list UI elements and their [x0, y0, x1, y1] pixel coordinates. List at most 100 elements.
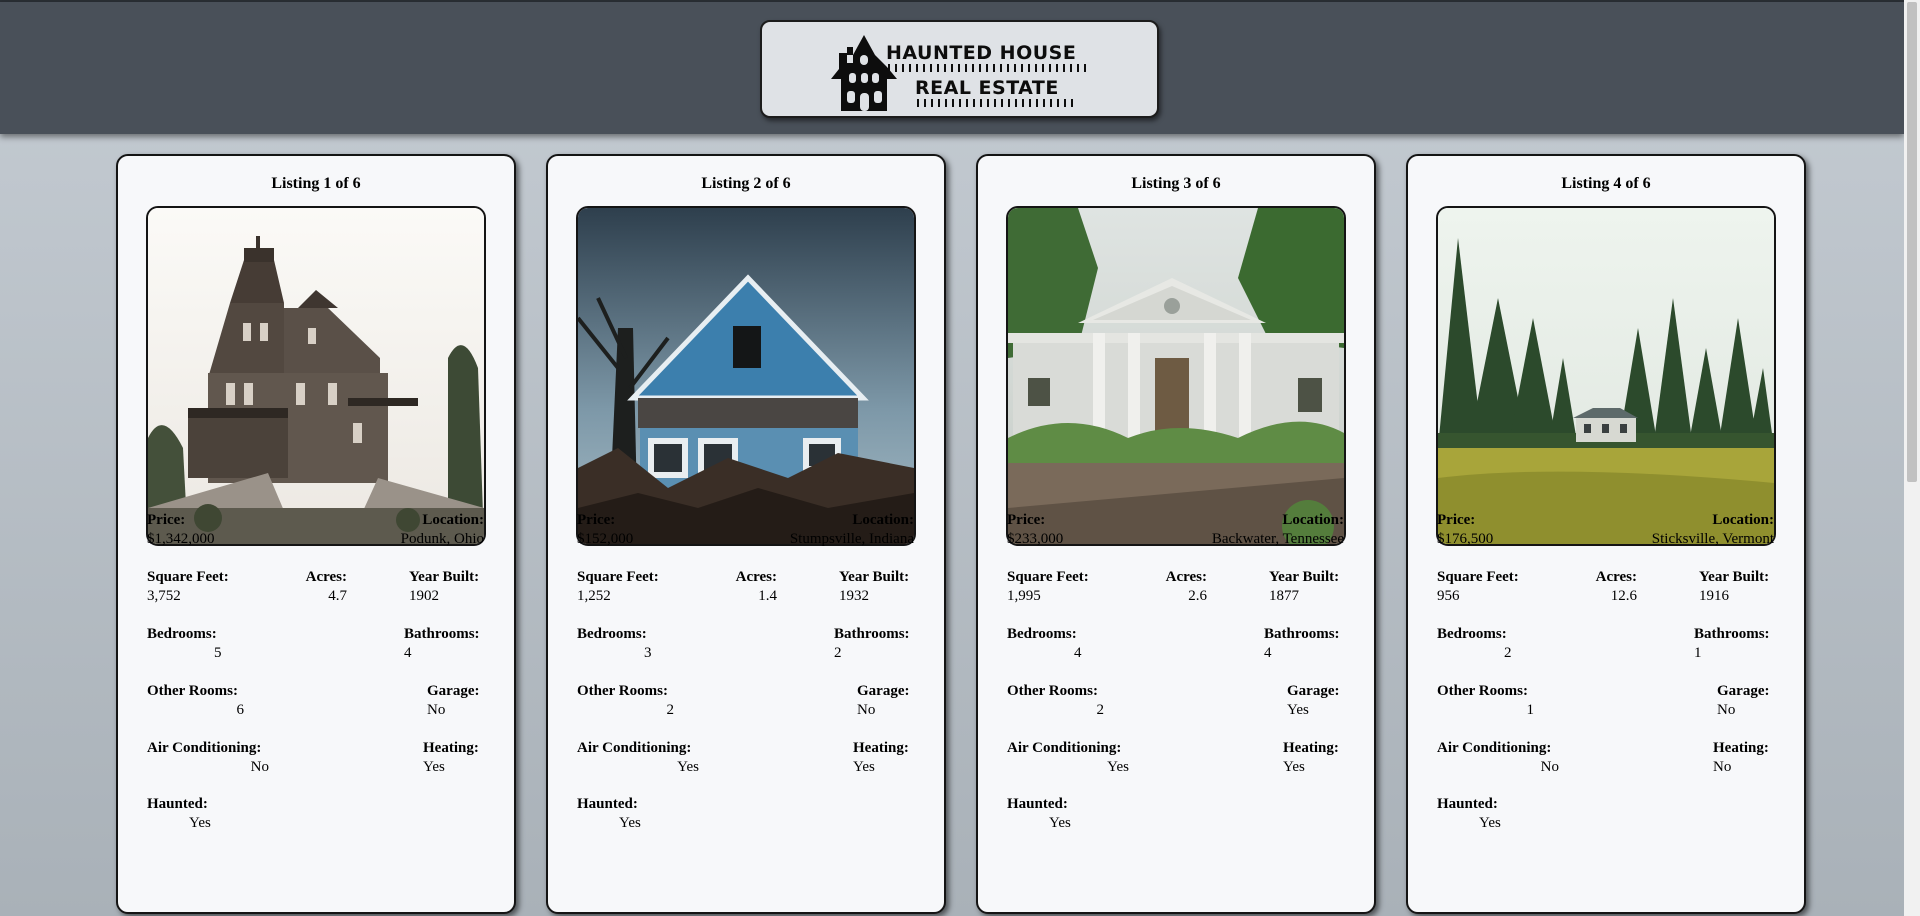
- square-feet-label: Square Feet:: [1437, 569, 1519, 585]
- acres: Acres: 1.4: [729, 568, 777, 606]
- garage: Garage: No: [427, 682, 479, 720]
- victorian-mansion-image: [148, 208, 484, 544]
- garage: Garage: No: [1717, 682, 1769, 720]
- haunted-label: Haunted:: [147, 796, 208, 812]
- listing-photo[interactable]: [1436, 206, 1776, 546]
- bathrooms: Bathrooms: 1: [1694, 625, 1770, 663]
- air-conditioning-value: Yes: [677, 759, 699, 775]
- haunted: Haunted: Yes: [577, 795, 641, 833]
- price-value: $233,000: [1007, 531, 1064, 547]
- garage-value: No: [427, 702, 446, 718]
- heating-value: Yes: [423, 759, 445, 775]
- square-feet: Square Feet: 956: [1437, 568, 1519, 606]
- garage-label: Garage:: [1287, 683, 1340, 699]
- garage-label: Garage:: [427, 683, 480, 699]
- other-rooms: Other Rooms: 2: [1007, 682, 1104, 720]
- listing-photo[interactable]: [1006, 206, 1346, 546]
- acres: Acres: 4.7: [299, 568, 347, 606]
- haunted-value: Yes: [619, 815, 641, 831]
- price-label: Price:: [147, 512, 186, 528]
- price-value: $152,000: [577, 531, 634, 547]
- price-value: $176,500: [1437, 531, 1494, 547]
- size-row: Square Feet: 3,752 Acres: 4.7 Year Built…: [147, 568, 484, 608]
- haunted-value: Yes: [1049, 815, 1071, 831]
- bedrooms: Bedrooms: 2: [1437, 625, 1512, 663]
- heating-label: Heating:: [423, 740, 479, 756]
- bathrooms: Bathrooms: 4: [404, 625, 480, 663]
- listing-photo[interactable]: [146, 206, 486, 546]
- location-label: Location:: [1282, 512, 1344, 528]
- haunted-value: Yes: [189, 815, 211, 831]
- bathrooms-value: 1: [1694, 645, 1702, 661]
- listing-title: Listing 4 of 6: [1561, 175, 1651, 192]
- year-built: Year Built: 1877: [1269, 568, 1339, 606]
- acres-label: Acres:: [735, 569, 777, 585]
- year-built: Year Built: 1916: [1699, 568, 1769, 606]
- heating-value: Yes: [853, 759, 875, 775]
- scrollbar-thumb[interactable]: [1907, 2, 1917, 482]
- bedrooms: Bedrooms: 4: [1007, 625, 1082, 663]
- location-label: Location:: [852, 512, 914, 528]
- air-conditioning-label: Air Conditioning:: [577, 740, 692, 756]
- acres-value: 12.6: [1610, 588, 1637, 604]
- location-label: Location:: [422, 512, 484, 528]
- brand-line-2: REAL ESTATE: [915, 77, 1059, 99]
- haunted: Haunted: Yes: [147, 795, 211, 833]
- location: Location: Backwater, Tennessee: [1212, 511, 1344, 549]
- garage: Garage: Yes: [1287, 682, 1339, 720]
- bedrooms-value: 2: [1504, 645, 1512, 661]
- location: Location: Sticksville, Vermont: [1652, 511, 1774, 549]
- listing-card[interactable]: Listing 4 of 6 Price: $176,500 Location:…: [1406, 154, 1806, 914]
- price-value: $1,342,000: [147, 531, 215, 547]
- listing-card[interactable]: Listing 3 of 6 Price: $233,000 Location:…: [976, 154, 1376, 914]
- year-built-label: Year Built:: [1269, 569, 1340, 585]
- garage-label: Garage:: [1717, 683, 1770, 699]
- bedrooms: Bedrooms: 5: [147, 625, 222, 663]
- air-conditioning-value: Yes: [1107, 759, 1129, 775]
- heating: Heating: Yes: [1283, 739, 1339, 777]
- air-conditioning: Air Conditioning: No: [1437, 739, 1559, 777]
- listing-photo[interactable]: [576, 206, 916, 546]
- rooms-row: Bedrooms: 5 Bathrooms: 4: [147, 625, 484, 665]
- listing-card[interactable]: Listing 2 of 6 Price: $152,000 Location:…: [546, 154, 946, 914]
- other-rooms-label: Other Rooms:: [147, 683, 238, 699]
- haunted-label: Haunted:: [577, 796, 638, 812]
- square-feet-value: 956: [1437, 588, 1460, 604]
- other-rooms-label: Other Rooms:: [1437, 683, 1528, 699]
- square-feet-label: Square Feet:: [1007, 569, 1089, 585]
- bedrooms-label: Bedrooms:: [147, 626, 217, 642]
- price: Price: $1,342,000: [147, 511, 215, 549]
- haunted-value: Yes: [1479, 815, 1501, 831]
- rooms-row: Bedrooms: 3 Bathrooms: 2: [577, 625, 914, 665]
- acres: Acres: 2.6: [1159, 568, 1207, 606]
- bathrooms-value: 4: [404, 645, 412, 661]
- haunted: Haunted: Yes: [1437, 795, 1501, 833]
- bathrooms-label: Bathrooms:: [404, 626, 480, 642]
- square-feet: Square Feet: 3,752: [147, 568, 229, 606]
- size-row: Square Feet: 1,995 Acres: 2.6 Year Built…: [1007, 568, 1344, 608]
- other-garage-row: Other Rooms: 1 Garage: No: [1437, 682, 1774, 722]
- acres-value: 1.4: [758, 588, 777, 604]
- other-rooms-value: 2: [1096, 702, 1105, 718]
- heating: Heating: No: [1713, 739, 1769, 777]
- price-location-row: Price: $1,342,000 Location: Podunk, Ohio: [147, 511, 484, 551]
- listing-card[interactable]: Listing 1 of 6 Price: $1,342,000 Locatio…: [116, 154, 516, 914]
- drip-decoration: [888, 64, 1086, 72]
- year-built: Year Built: 1902: [409, 568, 479, 606]
- heating-value: No: [1713, 759, 1732, 775]
- price: Price: $176,500: [1437, 511, 1493, 549]
- site-logo[interactable]: HAUNTED HOUSE REAL ESTATE: [760, 20, 1159, 118]
- year-built-value: 1916: [1699, 588, 1729, 604]
- location-label: Location:: [1712, 512, 1774, 528]
- bathrooms: Bathrooms: 4: [1264, 625, 1340, 663]
- other-garage-row: Other Rooms: 2 Garage: No: [577, 682, 914, 722]
- white-columns-house-image: [1008, 208, 1344, 544]
- listing-title: Listing 1 of 6: [271, 175, 361, 192]
- year-built-label: Year Built:: [839, 569, 910, 585]
- garage-value: Yes: [1287, 702, 1309, 718]
- haunted-row: Haunted: Yes: [1437, 795, 1774, 835]
- location-value: Podunk, Ohio: [400, 531, 484, 547]
- vertical-scrollbar[interactable]: [1904, 0, 1920, 916]
- square-feet: Square Feet: 1,995: [1007, 568, 1089, 606]
- air-conditioning-value: No: [1540, 759, 1559, 775]
